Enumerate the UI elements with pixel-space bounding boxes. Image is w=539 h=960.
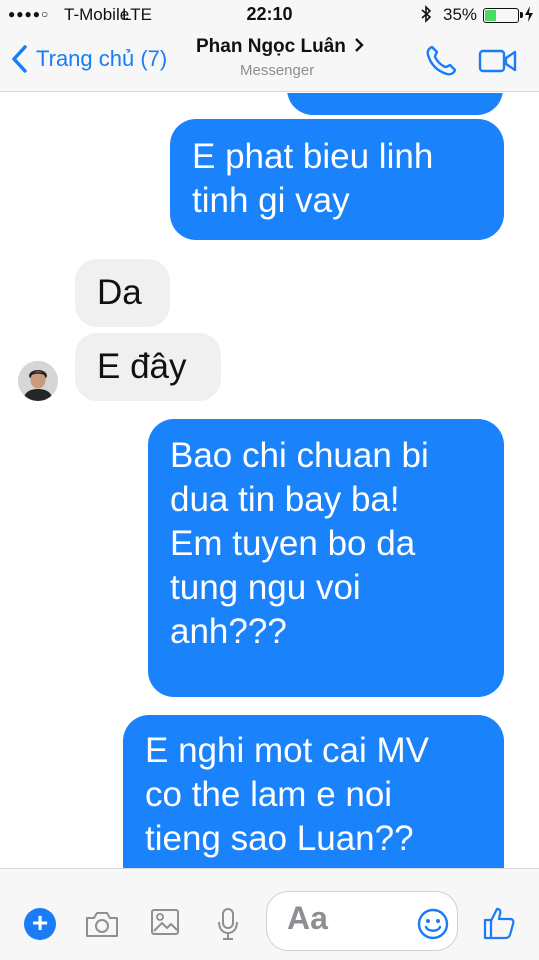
battery-percent: 35% [443,5,478,24]
message-text: dua tin bay ba! [170,480,400,519]
chevron-right-icon [354,37,364,57]
phone-icon[interactable] [424,44,458,83]
microphone-icon[interactable] [215,907,241,946]
back-button[interactable]: Trang chủ (7) [10,44,167,74]
photo-icon[interactable] [150,907,180,942]
back-label: Trang chủ (7) [36,46,168,71]
message-composer: + Aa [0,868,539,960]
message-text: co the lam e noi [145,775,393,814]
message-text: E đây [97,347,187,386]
contact-title[interactable]: Phan Ngọc Luân Messenger [196,36,386,79]
message-text: Bao chi chuan bi [170,436,429,475]
contact-subtitle: Messenger [240,62,315,79]
message-input-placeholder: Aa [287,900,328,936]
smiley-icon[interactable] [416,907,450,946]
message-bubble[interactable]: E nghi mot cai MV co the lam e noi tieng… [123,715,504,868]
message-bubble[interactable]: E đây [75,333,221,401]
contact-avatar[interactable] [18,361,58,401]
charging-icon [524,5,534,26]
battery-fill [485,10,497,21]
message-text: E phat bieu linh [192,137,434,176]
chevron-left-icon [12,45,27,73]
plus-icon[interactable]: + [24,908,56,940]
message-bubble[interactable]: Bao chi chuan bi dua tin bay ba! Em tuye… [148,419,504,697]
message-text: E nghi mot cai MV [145,731,429,770]
message-text: anh??? [170,612,287,651]
message-text: tinh gi vay [192,181,350,220]
bluetooth-icon [420,5,432,27]
status-bar: ●●●●○ T-Mobile LTE 22:10 35% [0,0,539,30]
message-text: Da [97,273,142,312]
contact-name: Phan Ngọc Luân [196,36,346,57]
message-bubble-partial[interactable] [287,93,503,115]
camera-icon[interactable] [84,909,120,944]
message-bubble[interactable]: Da [75,259,170,327]
thumbs-up-icon[interactable] [482,905,516,946]
video-call-icon[interactable] [478,47,518,80]
conversation-header: Trang chủ (7) Phan Ngọc Luân Messenger [0,30,539,92]
message-text: tieng sao Luan?? [145,819,414,858]
message-list[interactable]: E phat bieu linh tinh gi vay Da E đây Ba… [0,93,539,868]
message-bubble[interactable]: E phat bieu linh tinh gi vay [170,119,504,240]
message-text: tung ngu voi [170,568,361,607]
battery-icon [483,8,523,23]
message-text: Em tuyen bo da [170,524,416,563]
